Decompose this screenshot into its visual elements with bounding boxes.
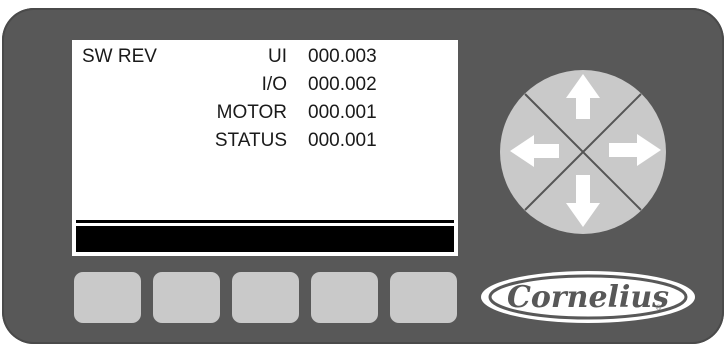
row-ui-label: UI [268,46,287,67]
lcd-screen: SW REV UI 000.003 I/O 000.002 MOTOR 000.… [72,40,458,256]
softkey-1[interactable] [74,272,141,323]
row-io-label: I/O [261,74,287,95]
row-ui-value: 000.003 [308,46,377,67]
cornelius-logo: Cornelius ® [481,271,695,323]
screen-status-bar [76,226,454,252]
navigation-dpad[interactable] [499,69,667,235]
softkey-5[interactable] [390,272,457,323]
row-motor-value: 000.001 [308,102,377,123]
softkey-4[interactable] [311,272,378,323]
screen-divider [76,220,454,223]
row-status-value: 000.001 [308,130,377,151]
row-status-label: STATUS [214,130,287,151]
softkey-2[interactable] [153,272,220,323]
row-io-value: 000.002 [308,74,377,95]
svg-text:®: ® [656,304,662,312]
row-motor-label: MOTOR [216,102,287,123]
logo-text: Cornelius [507,280,669,315]
softkey-3[interactable] [232,272,299,323]
